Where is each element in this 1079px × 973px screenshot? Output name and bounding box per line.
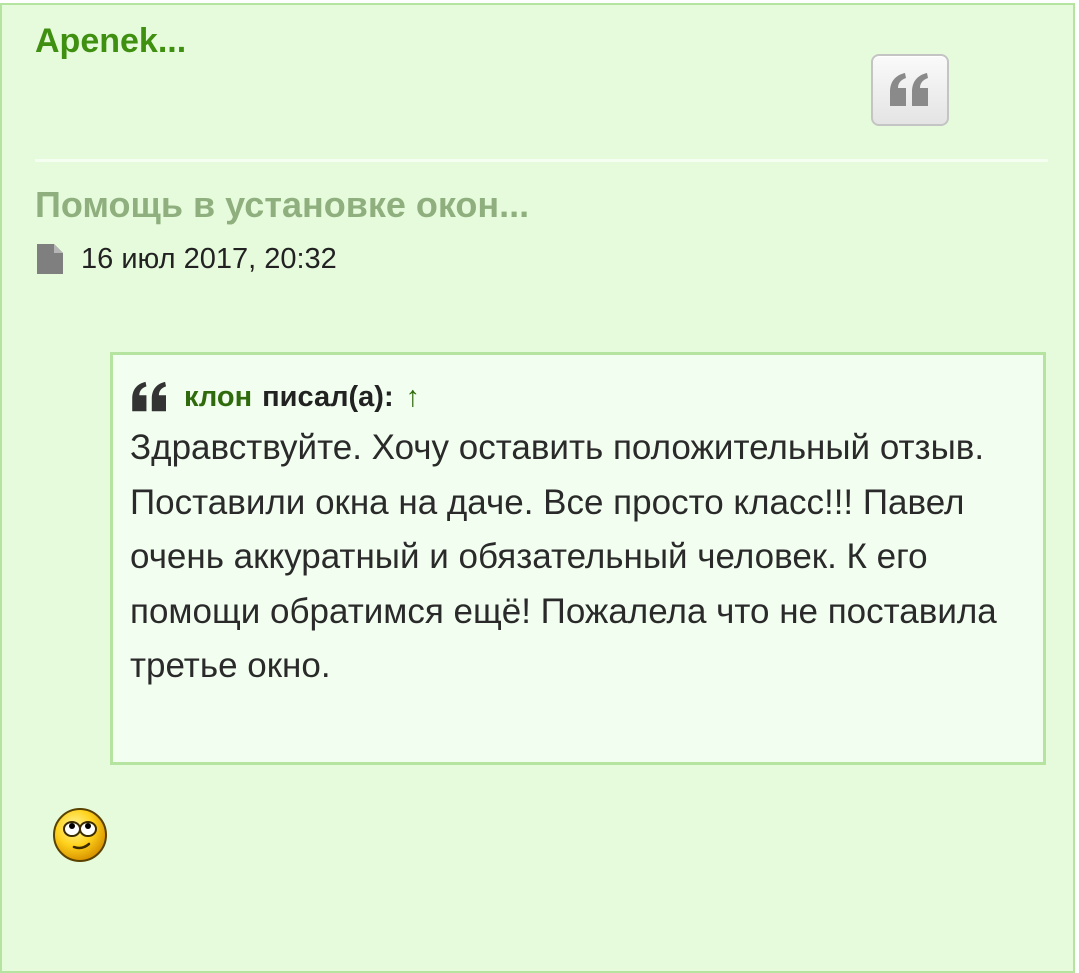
quote-author-link[interactable]: клон xyxy=(184,381,252,414)
post-date: 16 июл 2017, 20:32 xyxy=(81,242,337,275)
rolling-eyes-smiley-icon xyxy=(53,808,107,862)
post-container: Apenek... Помощь в установке окон... 16 … xyxy=(0,3,1075,973)
divider xyxy=(35,159,1048,162)
quote-text: Здравствуйте. Хочу оставить положительны… xyxy=(130,428,997,685)
file-icon xyxy=(37,244,63,274)
quote-jump-link[interactable]: ↑ xyxy=(406,381,421,414)
post-meta: 16 июл 2017, 20:32 xyxy=(37,241,337,277)
quote-icon xyxy=(890,73,928,106)
blockquote: клон писал(а): ↑ Здравствуйте. Хочу оста… xyxy=(110,352,1046,765)
quote-mark-icon xyxy=(130,381,170,413)
post-author[interactable]: Apenek... xyxy=(35,21,186,61)
quote-button[interactable] xyxy=(871,54,949,126)
quote-cite: клон писал(а): ↑ xyxy=(130,375,1025,419)
quote-wrote-label: писал(а): xyxy=(262,380,394,413)
post-title[interactable]: Помощь в установке окон... xyxy=(35,183,529,227)
